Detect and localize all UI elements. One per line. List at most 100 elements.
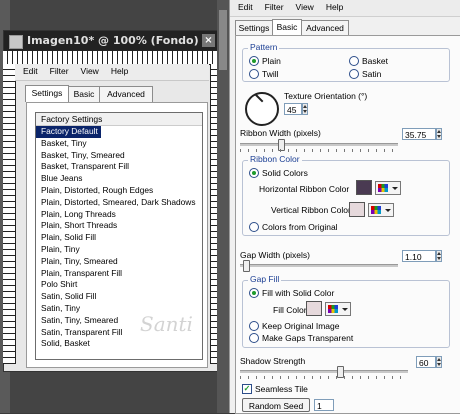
preset-label: Factory Default: [36, 126, 101, 138]
chevron-down-icon: [392, 187, 398, 190]
make-gaps-transparent-radio[interactable]: Make Gaps Transparent: [249, 332, 354, 344]
gap-width-label: Gap Width (pixels): [240, 250, 310, 260]
pattern-basket-label: Basket: [362, 56, 388, 66]
preset-list-item[interactable]: Factory Default: [36, 126, 202, 138]
seamless-tile-checkbox[interactable]: ✓ Seamless Tile: [242, 383, 308, 395]
fill-solid-color-label: Fill with Solid Color: [262, 288, 335, 298]
pattern-group: Pattern Plain Basket Twill Satin: [242, 42, 450, 82]
preset-list-item[interactable]: Plain, Tiny: [36, 244, 202, 256]
pattern-group-title: Pattern: [248, 42, 280, 52]
pattern-basket-radio[interactable]: Basket: [349, 55, 388, 67]
gap-width-input[interactable]: 1.10: [402, 250, 436, 262]
preset-label: Solid, Basket: [41, 338, 90, 349]
divider-handle[interactable]: [219, 10, 227, 70]
palette-icon: [328, 305, 338, 313]
tab-basic[interactable]: Basic: [68, 86, 100, 102]
menu-filter[interactable]: Filter: [265, 2, 284, 12]
preset-list-item[interactable]: Plain, Distorted, Rough Edges: [36, 185, 202, 197]
ribbon-color-group: Ribbon Color Solid Colors Horizontal Rib…: [242, 154, 450, 236]
shadow-strength-slider-track[interactable]: [240, 370, 408, 373]
pattern-plain-radio[interactable]: Plain: [249, 55, 281, 67]
preset-label: Plain, Short Threads: [41, 220, 118, 231]
gap-width-slider-track[interactable]: [240, 264, 398, 267]
watermark: Santi: [140, 312, 193, 336]
shadow-strength-ticks: [240, 376, 408, 379]
preset-list-item[interactable]: Basket, Tiny: [36, 138, 202, 150]
fill-solid-color-radio[interactable]: Fill with Solid Color: [249, 287, 335, 299]
preset-label: Plain, Tiny, Smeared: [41, 255, 118, 266]
ribbon-width-slider-track[interactable]: [240, 143, 398, 146]
orientation-label: Texture Orientation (°): [284, 91, 368, 101]
menu-view[interactable]: View: [81, 66, 99, 76]
preset-list-item[interactable]: Solid, Basket: [36, 338, 202, 350]
solid-colors-radio[interactable]: Solid Colors: [249, 167, 308, 179]
presets-list-header: Factory Settings: [36, 113, 202, 126]
menu-filter[interactable]: Filter: [50, 66, 69, 76]
fill-color-label: Fill Color: [273, 305, 307, 315]
preset-list-item[interactable]: Blue Jeans: [36, 173, 202, 185]
gap-width-spinner[interactable]: [436, 250, 442, 262]
preset-list-item[interactable]: Plain, Distorted, Smeared, Dark Shadows: [36, 197, 202, 209]
menu-help[interactable]: Help: [326, 2, 343, 12]
radio-icon: [249, 320, 259, 331]
tab-settings[interactable]: Settings: [25, 85, 69, 102]
preset-list-item[interactable]: Polo Shirt: [36, 279, 202, 291]
ribbon-width-spinner[interactable]: [436, 128, 442, 140]
make-gaps-transparent-label: Make Gaps Transparent: [262, 333, 354, 343]
colors-from-original-radio[interactable]: Colors from Original: [249, 221, 338, 233]
preset-list-item[interactable]: Basket, Tiny, Smeared: [36, 150, 202, 162]
filter-menubar-left: Edit Filter View Help: [15, 64, 209, 81]
shadow-strength-spinner[interactable]: [436, 356, 442, 368]
tab-advanced[interactable]: Advanced: [99, 86, 153, 102]
radio-selected-icon: [249, 167, 259, 178]
preset-label: Plain, Distorted, Smeared, Dark Shadows: [41, 196, 196, 207]
keep-original-image-radio[interactable]: Keep Original Image: [249, 320, 340, 332]
gap-width-slider-thumb[interactable]: [243, 260, 251, 272]
preset-list-item[interactable]: Plain, Tiny, Smeared: [36, 256, 202, 268]
close-icon[interactable]: ×: [202, 34, 215, 47]
filter-menubar-right: Edit Filter View Help: [230, 0, 460, 17]
tab-basic[interactable]: Basic: [272, 19, 302, 36]
pattern-plain-label: Plain: [262, 56, 281, 66]
preset-label: Satin, Transparent Fill: [41, 326, 123, 337]
orientation-input[interactable]: 45: [284, 103, 302, 115]
preset-label: Basket, Tiny: [41, 137, 87, 148]
menu-edit[interactable]: Edit: [23, 66, 38, 76]
orientation-dial[interactable]: [245, 92, 279, 126]
vertical-palette-button[interactable]: [368, 203, 394, 217]
preset-list-item[interactable]: Basket, Transparent Fill: [36, 161, 202, 173]
preset-list-item[interactable]: Plain, Transparent Fill: [36, 268, 202, 280]
shadow-strength-label: Shadow Strength: [240, 356, 306, 366]
tab-advanced[interactable]: Advanced: [301, 20, 349, 36]
preset-list-item[interactable]: Satin, Solid Fill: [36, 291, 202, 303]
preset-list-item[interactable]: Plain, Short Threads: [36, 220, 202, 232]
fill-palette-button[interactable]: [325, 302, 351, 316]
tab-settings[interactable]: Settings: [235, 20, 273, 36]
radio-icon: [249, 68, 259, 79]
menu-help[interactable]: Help: [111, 66, 128, 76]
fill-color-swatch[interactable]: [306, 301, 322, 316]
ribbon-width-input[interactable]: 35.75: [402, 128, 436, 140]
pattern-twill-label: Twill: [262, 69, 279, 79]
preset-label: Basket, Transparent Fill: [41, 161, 129, 172]
shadow-strength-input[interactable]: 60: [416, 356, 436, 368]
preset-label: Plain, Tiny: [41, 243, 80, 254]
document-title-bar[interactable]: Imagen10* @ 100% (Fondo) ×: [4, 31, 219, 51]
preset-label: Blue Jeans: [41, 173, 83, 184]
random-seed-button[interactable]: Random Seed: [242, 398, 310, 412]
chevron-down-icon: [342, 308, 348, 311]
preset-list-item[interactable]: Plain, Solid Fill: [36, 232, 202, 244]
window-divider: [217, 0, 229, 413]
radio-icon: [349, 55, 359, 66]
seamless-tile-label: Seamless Tile: [255, 384, 308, 394]
orientation-spinner[interactable]: [302, 103, 308, 115]
menu-edit[interactable]: Edit: [238, 2, 253, 12]
vertical-ribbon-color-swatch[interactable]: [349, 202, 365, 217]
pattern-satin-radio[interactable]: Satin: [349, 68, 381, 80]
pattern-twill-radio[interactable]: Twill: [249, 68, 279, 80]
menu-view[interactable]: View: [296, 2, 314, 12]
random-seed-input[interactable]: 1: [314, 399, 334, 411]
preset-list-item[interactable]: Plain, Long Threads: [36, 209, 202, 221]
horizontal-palette-button[interactable]: [375, 181, 401, 195]
horizontal-ribbon-color-swatch[interactable]: [356, 180, 372, 195]
